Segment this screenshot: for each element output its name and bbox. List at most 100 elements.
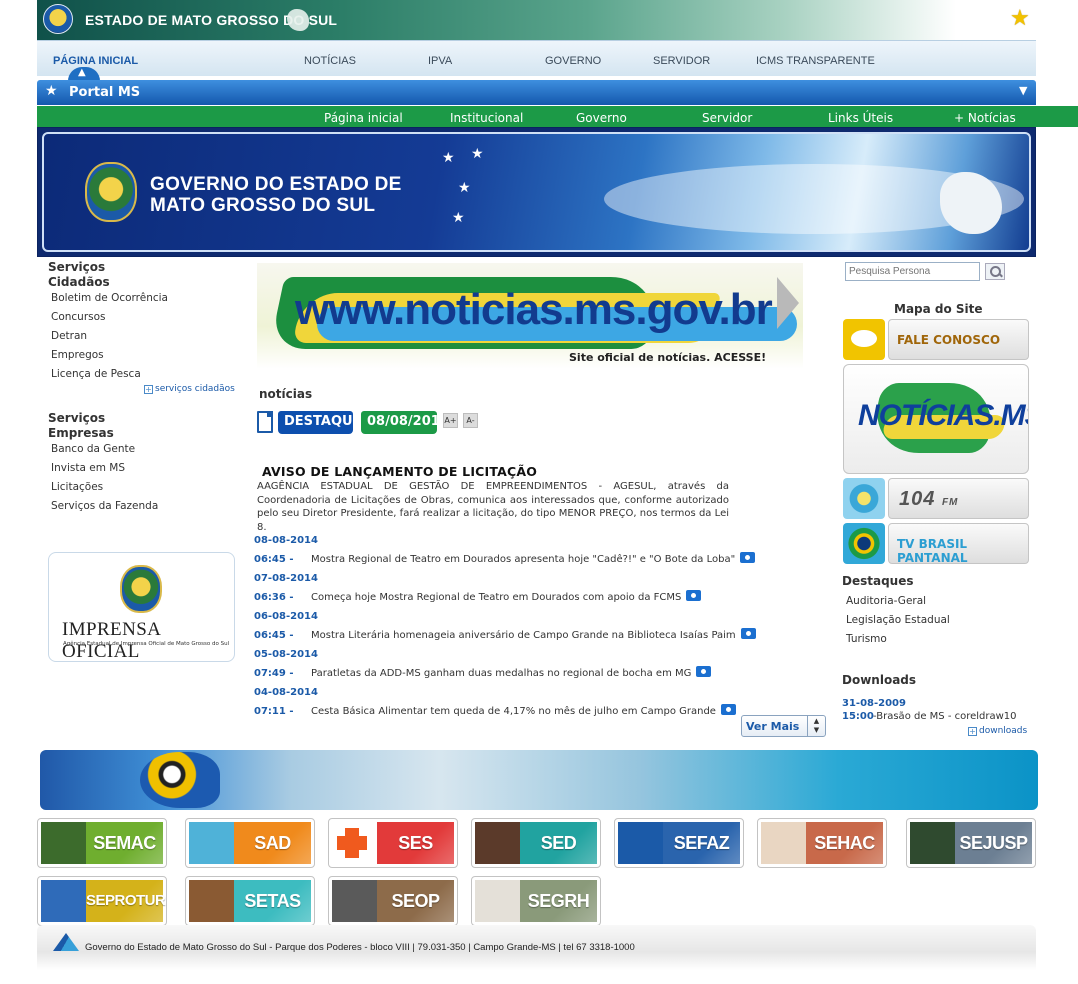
radio-logo-icon[interactable] [843,478,885,519]
link-empregos[interactable]: Empregos [51,349,104,361]
tv-logo-icon[interactable] [843,523,885,564]
green-nav-links-uteis[interactable]: Links Úteis [828,111,893,125]
green-nav-servidor[interactable]: Servidor [702,111,752,125]
secretaria-semac-button[interactable]: SEMAC [37,818,167,868]
government-logo-icon [53,933,79,951]
secretaria-sehac-button[interactable]: SEHAC [757,818,887,868]
secretaria-sed-button[interactable]: SED [471,818,601,868]
tv-brasil-pantanal-button[interactable]: TV BRASIL PANTANAL [888,523,1029,565]
link-licenca-pesca[interactable]: Licença de Pesca [51,368,141,380]
green-nav-institucional[interactable]: Institucional [450,111,523,125]
news-time: 06:45 - [254,630,294,641]
banner-title-line2: MATO GROSSO DO SUL [150,195,376,216]
more-label: serviços cidadãos [155,384,235,394]
seprotur-label: SEPROTUR [86,880,166,922]
nav-icms-transparente[interactable]: ICMS TRANSPARENTE [756,55,875,67]
seop-label: SEOP [377,880,454,922]
link-concursos[interactable]: Concursos [51,311,106,323]
collapse-tab[interactable]: ▲ [68,67,100,81]
news-date: 08-08-2014 [254,535,318,546]
green-nav-mais-noticias[interactable]: + Notícias [954,111,1016,125]
people-icon [475,880,520,922]
favorite-star-icon[interactable]: ★ [1010,8,1030,30]
star-icon: ★ [442,150,455,166]
banner-tagline: Site oficial de notícias. ACESSE! [569,351,767,364]
mapa-do-site-link[interactable]: Mapa do Site [894,302,983,316]
link-turismo[interactable]: Turismo [846,633,887,645]
news-item[interactable]: 08-08-2014 06:45 - Mostra Regional de Tea… [254,535,774,566]
spinner-arrows-icon[interactable]: ▲ ▼ [807,716,825,736]
link-auditoria-geral[interactable]: Auditoria-Geral [846,595,926,607]
green-nav-pagina-inicial[interactable]: Página inicial [324,111,403,125]
link-banco-da-gente[interactable]: Banco da Gente [51,443,135,455]
search-input[interactable] [845,262,980,281]
radio-104fm-button[interactable]: 104 FM [888,478,1029,519]
secretaria-seop-button[interactable]: SEOP [328,876,458,926]
secretaria-ses-button[interactable]: SES [328,818,458,868]
star-icon: ★ [471,146,484,162]
news-title[interactable]: Mostra Regional de Teatro em Dourados ap… [311,554,735,565]
plus-icon: + [968,727,977,736]
link-invista-em-ms[interactable]: Invista em MS [51,462,125,474]
imprensa-oficial-card[interactable]: IMPRENSA OFICIAL Agência Estadual de Imp… [48,552,235,662]
chevron-down-icon[interactable]: ▼ [1019,84,1027,97]
speech-bubble-icon[interactable] [843,319,885,360]
noticias-site-banner[interactable]: www.noticias.ms.gov.br Site oficial de n… [257,263,803,369]
secretaria-sefaz-button[interactable]: SEFAZ [614,818,744,868]
parrot-image [140,752,220,808]
portal-label: Portal MS [69,85,141,100]
secretaria-segrh-button[interactable]: SEGRH [471,876,601,926]
radio-band: FM [941,497,959,508]
nav-ipva[interactable]: IPVA [428,55,452,67]
road-icon [332,880,377,922]
secretaria-seprotur-button[interactable]: SEPROTUR [37,876,167,926]
secondary-nav: Página inicial Institucional Governo Ser… [37,106,1078,127]
link-licitacoes[interactable]: Licitações [51,481,103,493]
noticias-ms-card[interactable]: NOTÍCIAS.MS [843,364,1029,474]
more-servicos-cidadaos[interactable]: + serviços cidadãos [144,384,235,394]
news-title[interactable]: Cesta Básica Alimentar tem queda de 4,17… [311,706,716,717]
headline-body: AAGÊNCIA ESTADUAL DE GESTÃO DE EMPREENDI… [257,481,729,533]
camera-icon [720,704,736,715]
servicos-empresas-title-2: Empresas [48,426,114,440]
police-officer-icon [910,822,955,864]
nav-servidor[interactable]: SERVIDOR [653,55,710,67]
search-icon[interactable] [985,263,1005,280]
secretaria-sejusp-button[interactable]: SEJUSP [906,818,1036,868]
sad-thumbnail [189,822,234,864]
news-date: 06-08-2014 [254,611,318,622]
headline-title[interactable]: AVISO DE LANÇAMENTO DE LICITAÇÃO [262,464,537,479]
nav-noticias[interactable]: NOTÍCIAS [304,55,356,67]
portal-bar[interactable]: ★ Portal MS ▼ [37,80,1036,105]
news-time: 06:45 - [254,554,294,565]
more-downloads[interactable]: + downloads [968,726,1027,736]
news-item[interactable]: 05-08-2014 07:49 - Paratletas da ADD-MS g… [254,649,774,680]
news-item[interactable]: 07-08-2014 06:36 - Começa hoje Mostra Reg… [254,573,774,604]
link-boletim-ocorrencia[interactable]: Boletim de Ocorrência [51,292,168,304]
download-item[interactable]: -Brasão de MS - coreldraw10 [873,711,1017,722]
font-increase-button[interactable]: A+ [443,413,458,428]
news-title[interactable]: Paratletas da ADD-MS ganham duas medalha… [311,668,691,679]
news-date: 04-08-2014 [254,687,318,698]
news-item[interactable]: 04-08-2014 07:11 - Cesta Básica Alimentar… [254,687,774,718]
secretaria-sad-button[interactable]: SAD [185,818,315,868]
font-decrease-button[interactable]: A- [463,413,478,428]
secretaria-setas-button[interactable]: SETAS [185,876,315,926]
servicos-cidadaos-title-1: Serviços [48,260,106,274]
semac-thumbnail [41,822,86,864]
nav-governo[interactable]: GOVERNO [545,55,601,67]
fale-conosco-button[interactable]: FALE CONOSCO [888,319,1029,360]
nav-pagina-inicial[interactable]: PÁGINA INICIAL [53,55,138,67]
link-detran[interactable]: Detran [51,330,87,342]
link-servicos-fazenda[interactable]: Serviços da Fazenda [51,500,158,512]
date-badge: 08/08/2014 [361,411,437,434]
state-crest-icon [43,4,73,34]
nature-banner [40,750,1038,810]
news-title[interactable]: Mostra Literária homenageia aniversário … [311,630,736,641]
link-legislacao-estadual[interactable]: Legislação Estadual [846,614,950,626]
ver-mais-button[interactable]: Ver Mais ▲ ▼ [741,715,826,737]
green-nav-governo[interactable]: Governo [576,111,627,125]
news-title[interactable]: Começa hoje Mostra Regional de Teatro em… [311,592,681,603]
news-item[interactable]: 06-08-2014 06:45 - Mostra Literária homen… [254,611,774,642]
document-icon [257,411,273,433]
